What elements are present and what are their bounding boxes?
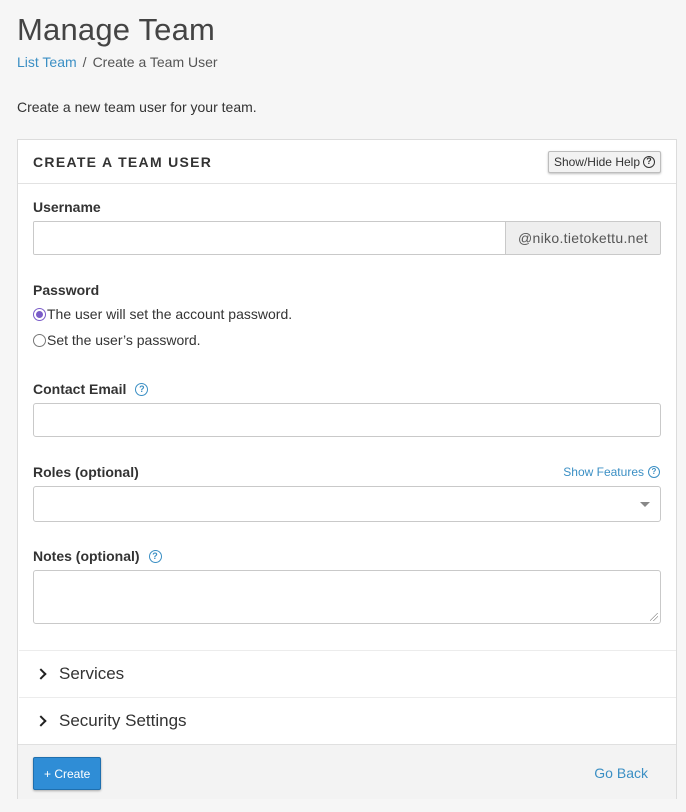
page-intro: Create a new team user for your team. [17, 99, 257, 115]
username-label: Username [33, 199, 101, 215]
chevron-down-icon [640, 502, 650, 507]
password-option-user-sets-label: The user will set the account password. [47, 306, 293, 322]
show-features-help-icon: ? [648, 466, 660, 478]
resize-handle-icon[interactable] [650, 613, 658, 621]
notes-textarea[interactable] [33, 570, 661, 624]
show-hide-help-label: Show/Hide Help [553, 154, 640, 169]
password-label: Password [33, 282, 99, 298]
breadcrumb-link-list-team[interactable]: List Team [17, 54, 77, 70]
show-hide-help-button[interactable]: Show/Hide Help ? [547, 150, 661, 173]
create-team-user-panel: CREATE A TEAM USER Show/Hide Help ? User… [17, 139, 677, 799]
password-option-user-sets[interactable]: The user will set the account password. [33, 306, 292, 322]
breadcrumb-separator: / [82, 54, 87, 70]
contact-email-help-icon[interactable]: ? [135, 382, 149, 396]
page-title: Manage Team [17, 12, 216, 47]
username-input-group: @niko.tietokettu.net [33, 221, 661, 255]
password-label-text: Password [33, 282, 100, 298]
create-button[interactable]: + Create [33, 757, 102, 790]
notes-label-text: Notes (optional) [33, 548, 140, 564]
panel-footer: + Create Go Back [18, 744, 676, 799]
panel-header: CREATE A TEAM USER Show/Hide Help ? [18, 140, 676, 184]
roles-label: Roles (optional) [33, 464, 139, 480]
go-back-link[interactable]: Go Back [594, 765, 648, 781]
roles-label-text: Roles (optional) [33, 464, 139, 480]
radio-button-unchecked[interactable] [33, 333, 46, 347]
section-services[interactable]: Services [19, 650, 676, 697]
password-option-set-password-label: Set the user’s password. [47, 332, 201, 348]
username-input[interactable] [34, 222, 506, 254]
panel-title: CREATE A TEAM USER [33, 153, 213, 170]
notes-help-icon[interactable]: ? [148, 549, 162, 563]
notes-label: Notes (optional) ? [33, 548, 162, 564]
breadcrumb: List Team / Create a Team User [17, 54, 218, 70]
question-circle-icon: ? [643, 155, 655, 168]
password-option-set-password[interactable]: Set the user’s password. [33, 332, 201, 348]
show-features-label: Show Features [563, 465, 644, 479]
breadcrumb-current: Create a Team User [92, 54, 218, 70]
contact-email-label-text: Contact Email [33, 381, 127, 397]
radio-button-checked[interactable] [33, 307, 46, 321]
roles-select[interactable] [33, 486, 661, 522]
show-features-link[interactable]: Show Features ? [563, 465, 660, 479]
username-label-text: Username [33, 199, 101, 215]
contact-email-label: Contact Email ? [33, 381, 149, 397]
username-domain-suffix: @niko.tietokettu.net [505, 222, 660, 254]
section-security-settings[interactable]: Security Settings [19, 697, 676, 744]
section-security-settings-label: Security Settings [59, 711, 187, 730]
chevron-right-icon [35, 715, 47, 727]
contact-email-input[interactable] [33, 403, 661, 437]
section-services-label: Services [59, 664, 125, 683]
chevron-right-icon [35, 668, 47, 680]
